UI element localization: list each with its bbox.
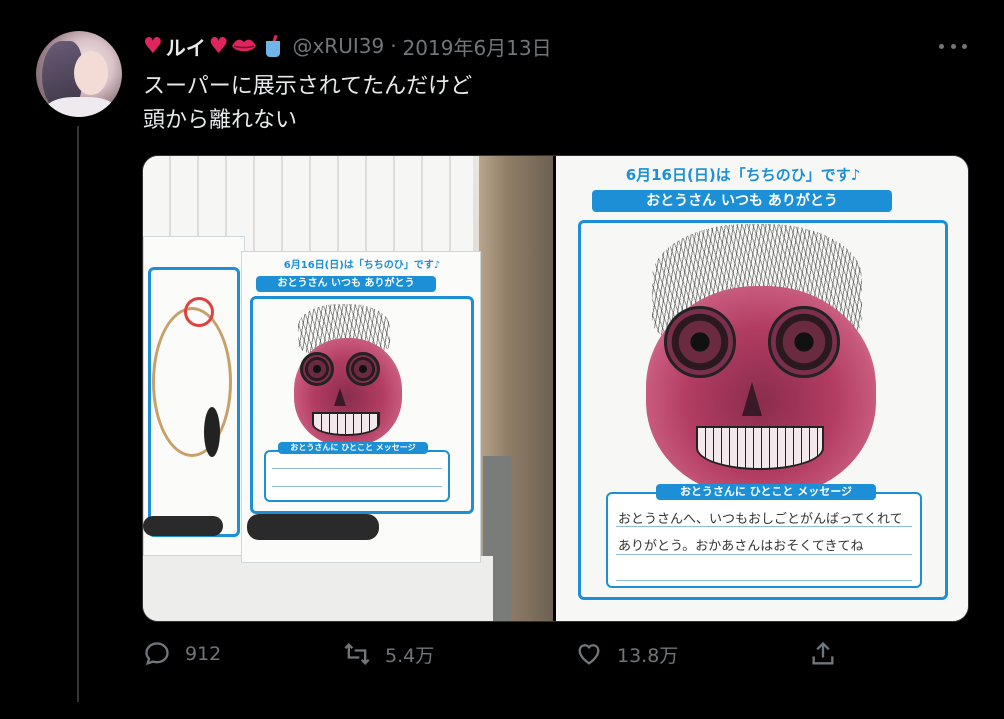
like-button[interactable]: 13.8万 (575, 640, 678, 668)
share-button[interactable] (809, 640, 837, 668)
handle[interactable]: @xRUI39 (292, 34, 384, 58)
poster-message-title: おとうさんに ひとこと メッセージ (656, 484, 876, 500)
poster-banner: おとうさん いつも ありがとう (256, 276, 436, 292)
like-count: 13.8万 (617, 644, 679, 667)
tweet[interactable]: ♥ ルイ ♥ @xRUI39 · 2019年6月13日 スーパーに展示されてたん… (0, 0, 1004, 719)
separator: · (390, 34, 397, 58)
poster-closeup: 6月16日(日)は「ちちのひ」です♪ おとうさん いつも ありがとう おとうさん… (556, 156, 968, 621)
handwritten-message: おとうさんへ、いつもおしごとがんばってくれてありがとう。おかあさんはおそくてきて… (618, 512, 903, 554)
tweet-text-line: 頭から離れない (143, 108, 298, 133)
photo-left[interactable]: 6月16日(日)は「ちちのひ」です♪ おとうさん いつも ありがとう おとうさん… (143, 156, 553, 621)
more-dots-icon[interactable] (939, 36, 967, 56)
heart-emoji-icon: ♥ (143, 33, 163, 59)
retweet-button[interactable]: 5.4万 (343, 640, 434, 668)
tweet-text-line: スーパーに展示されてたんだけど (143, 74, 473, 99)
photo-right[interactable]: 6月16日(日)は「ちちのひ」です♪ おとうさん いつも ありがとう おとうさん… (556, 156, 968, 621)
poster-header: 6月16日(日)は「ちちのひ」です♪ (283, 260, 441, 271)
table-top (143, 556, 493, 621)
avatar[interactable] (36, 31, 122, 117)
kiss-lips-icon (232, 39, 257, 52)
poster-header: 6月16日(日)は「ちちのひ」です♪ (625, 166, 861, 184)
tweet-header: ♥ ルイ ♥ @xRUI39 · 2019年6月13日 (143, 32, 552, 60)
media-grid[interactable]: 6月16日(日)は「ちちのひ」です♪ おとうさん いつも ありがとう おとうさん… (142, 155, 969, 622)
display-name-text: ルイ (165, 35, 206, 60)
drink-cup-icon (264, 34, 282, 57)
avatar-face (74, 51, 108, 95)
redaction-bar (247, 514, 379, 540)
reply-button[interactable]: 912 (143, 640, 221, 668)
tweet-date[interactable]: 2019年6月13日 (403, 32, 552, 61)
avatar-shirt (46, 97, 116, 117)
thread-line (77, 126, 79, 702)
like-icon (578, 644, 600, 665)
poster-banner: おとうさん いつも ありがとう (592, 190, 892, 212)
tweet-text: スーパーに展示されてたんだけど 頭から離れない (143, 70, 472, 138)
reply-count: 912 (185, 643, 222, 665)
share-icon (812, 641, 834, 665)
display-name[interactable]: ♥ ルイ ♥ (143, 32, 282, 61)
redaction-bar (143, 516, 223, 536)
poster-back (143, 236, 245, 556)
retweet-count: 5.4万 (385, 644, 435, 667)
reply-icon (145, 642, 169, 666)
heart-emoji-icon: ♥ (208, 33, 229, 59)
action-bar: 912 5.4万 13.8万 (143, 640, 843, 676)
poster-message-title: おとうさんに ひとこと メッセージ (278, 442, 428, 454)
retweet-icon (344, 643, 370, 665)
